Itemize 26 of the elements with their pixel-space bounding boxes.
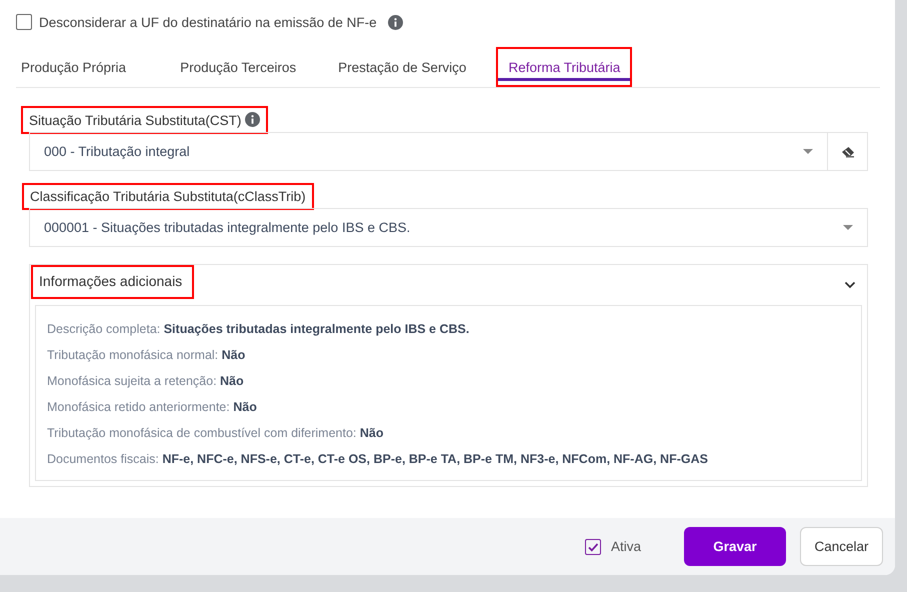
field-label: Classificação Tributária Substituta(cClassTrib): [22, 183, 314, 210]
tab[interactable]: Produção Própria: [16, 47, 138, 87]
select-field[interactable]: 000001 - Situações tributadas integralmente pelo IBS e CBS.: [29, 208, 868, 247]
detail-line: Descrição completa: Situações tributadas integralmente pelo IBS e CBS.: [47, 321, 470, 338]
select-field[interactable]: 000 - Tributação integral: [29, 132, 828, 171]
tab[interactable]: Reforma Tributária: [496, 47, 632, 87]
detail-line: Documentos fiscais: NF-e, NFC-e, NFS-e, CT-e, CT-e OS, BP-e, BP-e TA, BP-e TM, NF3-e, NFCom, NF-AG, NF-GAS: [47, 451, 709, 468]
checkbox[interactable]: [16, 14, 32, 30]
caret-icon: [803, 149, 813, 154]
panel-title[interactable]: Informações adicionais: [31, 265, 194, 299]
chevron-icon[interactable]: [844, 281, 856, 289]
detail-line: Tributação monofásica normal: Não: [47, 347, 246, 364]
tab[interactable]: Prestação de Serviço: [326, 47, 478, 87]
save-button[interactable]: Gravar: [684, 527, 786, 566]
checkbox-label: Ativa: [610, 539, 641, 554]
checkbox-label: Desconsiderar a UF do destinatário na emissão de NF-e: [39, 14, 377, 30]
detail-line: Tributação monofásica de combustível com diferimento: Não: [47, 425, 384, 442]
checkbox[interactable]: [584, 538, 601, 554]
clear-button[interactable]: [828, 132, 868, 171]
eraser-icon: [840, 146, 854, 158]
caret-icon: [843, 225, 853, 230]
field-label: Situação Tributária Substituta(CST): [21, 106, 268, 134]
tab[interactable]: Produção Terceiros: [168, 47, 308, 87]
detail-line: Monofásica sujeita a retenção: Não: [47, 373, 245, 390]
detail-line: Monofásica retido anteriormente: Não: [47, 399, 258, 416]
cancel-button[interactable]: Cancelar: [800, 527, 883, 566]
